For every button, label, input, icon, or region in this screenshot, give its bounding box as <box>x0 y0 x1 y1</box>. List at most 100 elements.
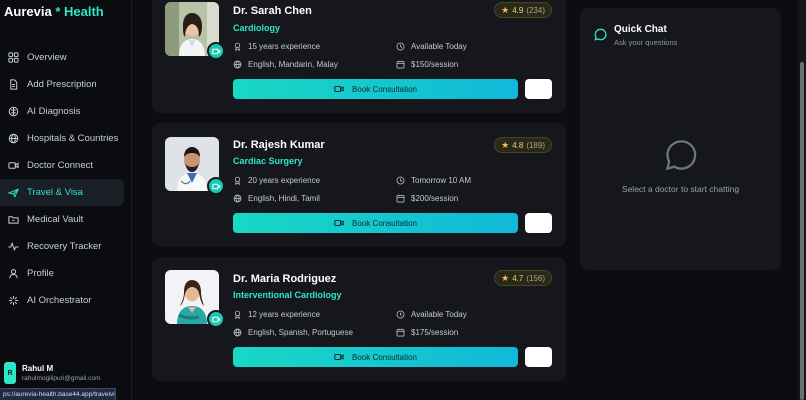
folder-icon <box>8 216 19 224</box>
experience-info: 12 years experience <box>233 310 320 319</box>
sidebar-item-add-prescription[interactable]: Add Prescription <box>0 71 124 98</box>
award-icon <box>234 176 241 185</box>
languages-text: English, Spanish, Portuguese <box>248 328 353 337</box>
sidebar-item-label: Add Prescription <box>27 79 97 90</box>
user-email: rahulmogilipuri@gmail.com <box>22 375 101 382</box>
sidebar-item-label: Overview <box>27 52 67 63</box>
calendar-icon <box>396 328 405 337</box>
availability-text: Available Today <box>411 310 467 319</box>
user-name: Rahul M <box>22 364 54 373</box>
star-icon: ★ <box>501 139 510 150</box>
secondary-action-button[interactable] <box>525 79 552 99</box>
video-icon <box>211 316 220 322</box>
rating-value: 4.7 <box>512 273 524 283</box>
availability-info: Tomorrow 10 AM <box>396 176 471 185</box>
experience-info: 15 years experience <box>233 42 320 51</box>
avatar: R <box>4 362 16 384</box>
video-call-badge[interactable] <box>207 310 225 328</box>
clock-icon <box>396 176 405 185</box>
doctor-name[interactable]: Dr. Maria Rodriguez <box>233 273 336 285</box>
video-call-badge[interactable] <box>207 177 225 195</box>
rating-badge: ★ 4.8 (189) <box>494 137 552 153</box>
sidebar-item-doctor-connect[interactable]: Doctor Connect <box>0 152 124 179</box>
sidebar-item-label: Hospitals & Countries <box>27 133 119 144</box>
video-icon <box>334 354 344 360</box>
globe-icon <box>233 194 242 203</box>
plane-icon <box>8 188 19 198</box>
sidebar-item-profile[interactable]: Profile <box>0 260 124 287</box>
languages-text: English, Mandarin, Malay <box>248 60 338 69</box>
award-icon <box>234 42 241 51</box>
sidebar-item-label: Recovery Tracker <box>27 241 102 252</box>
rating-badge: ★ 4.9 (234) <box>494 2 552 18</box>
languages-info: English, Mandarin, Malay <box>233 60 338 69</box>
video-icon <box>8 162 19 169</box>
quick-chat-panel: Quick Chat Ask your questions Select a d… <box>580 8 781 270</box>
availability-info: Available Today <box>396 310 467 319</box>
review-count: (234) <box>526 5 545 15</box>
languages-text: English, Hindi, Tamil <box>248 194 320 203</box>
clock-icon <box>396 310 405 319</box>
doctor-name[interactable]: Dr. Sarah Chen <box>233 5 312 17</box>
star-icon: ★ <box>501 272 510 283</box>
chat-title: Quick Chat <box>614 24 667 35</box>
activity-icon <box>8 241 19 251</box>
secondary-action-button[interactable] <box>525 347 552 367</box>
price-info: $175/session <box>396 328 458 337</box>
doctor-card: Dr. Maria Rodriguez Interventional Cardi… <box>152 257 566 381</box>
experience-text: 20 years experience <box>248 176 321 185</box>
sidebar-item-medical-vault[interactable]: Medical Vault <box>0 206 124 233</box>
video-icon <box>334 86 344 92</box>
brain-icon <box>8 106 19 117</box>
doctor-name[interactable]: Dr. Rajesh Kumar <box>233 139 325 151</box>
secondary-action-button[interactable] <box>525 213 552 233</box>
sidebar-item-label: AI Orchestrator <box>27 295 92 306</box>
star-icon: ★ <box>501 4 510 15</box>
sidebar-item-overview[interactable]: Overview <box>0 44 124 71</box>
availability-info: Available Today <box>396 42 467 51</box>
sidebar-item-label: Doctor Connect <box>27 160 94 171</box>
scrollbar-thumb[interactable] <box>800 62 804 400</box>
chat-empty-message: Select a doctor to start chatting <box>621 184 740 194</box>
book-consultation-button[interactable]: Book Consultation <box>233 79 518 99</box>
book-consultation-button[interactable]: Book Consultation <box>233 213 518 233</box>
user-icon <box>9 269 18 279</box>
brand-logo[interactable]: Aurevia * Health <box>4 4 104 19</box>
review-count: (189) <box>526 140 545 150</box>
globe-icon <box>233 328 242 337</box>
sparkle-icon <box>8 295 19 306</box>
review-count: (156) <box>526 273 545 283</box>
video-icon <box>211 183 220 189</box>
book-consultation-label: Book Consultation <box>352 84 417 94</box>
calendar-icon <box>396 194 405 203</box>
chat-bubble-icon <box>594 28 607 41</box>
clock-icon <box>396 42 405 51</box>
doctor-specialty: Interventional Cardiology <box>233 290 342 300</box>
sidebar-item-travel-visa[interactable]: Travel & Visa <box>0 179 124 206</box>
availability-text: Tomorrow 10 AM <box>411 176 472 185</box>
sidebar-item-hospitals[interactable]: Hospitals & Countries <box>0 125 124 152</box>
sidebar-item-ai-diagnosis[interactable]: AI Diagnosis <box>0 98 124 125</box>
book-consultation-button[interactable]: Book Consultation <box>233 347 518 367</box>
rating-value: 4.9 <box>512 5 524 15</box>
video-icon <box>334 220 344 226</box>
chat-bubble-icon <box>665 140 697 171</box>
chat-subtitle: Ask your questions <box>614 38 678 47</box>
page-scrollbar[interactable] <box>798 0 806 400</box>
price-text: $175/session <box>411 328 459 337</box>
sidebar-item-label: Travel & Visa <box>27 187 83 198</box>
languages-info: English, Spanish, Portuguese <box>233 328 353 337</box>
sidebar-item-label: Medical Vault <box>27 214 84 225</box>
doctor-card: Dr. Rajesh Kumar Cardiac Surgery ★ 4.8 (… <box>152 123 566 247</box>
video-call-badge[interactable] <box>207 42 225 60</box>
availability-text: Available Today <box>411 42 467 51</box>
sidebar-item-recovery-tracker[interactable]: Recovery Tracker <box>0 233 124 260</box>
user-profile[interactable]: R Rahul M rahulmogilipuri@gmail.com <box>4 362 128 384</box>
rating-badge: ★ 4.7 (156) <box>494 270 552 286</box>
sidebar-item-ai-orchestrator[interactable]: AI Orchestrator <box>0 287 124 314</box>
sidebar: Aurevia * Health Overview Add Prescripti… <box>0 0 132 400</box>
experience-text: 15 years experience <box>248 42 321 51</box>
doctor-specialty: Cardiac Surgery <box>233 156 303 166</box>
grid-icon <box>8 52 19 63</box>
doctor-specialty: Cardiology <box>233 23 281 33</box>
